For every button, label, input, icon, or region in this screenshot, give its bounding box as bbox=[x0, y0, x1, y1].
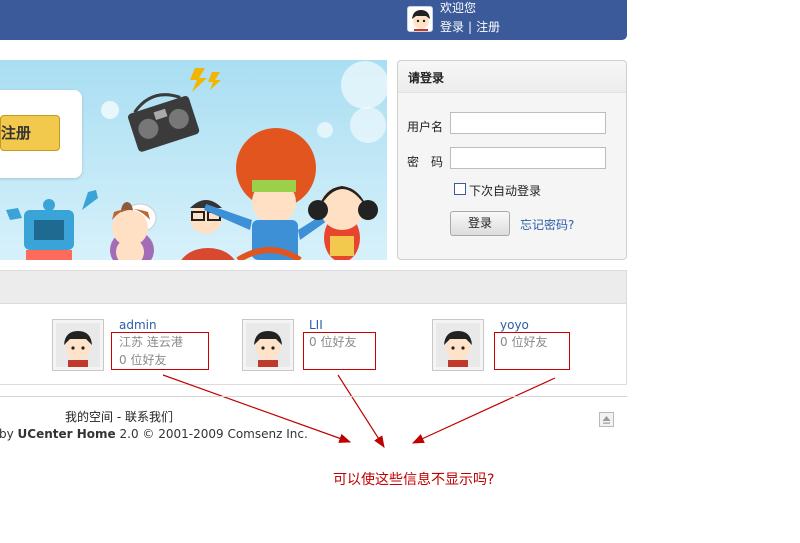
member-avatar[interactable] bbox=[52, 319, 104, 371]
annotation-box bbox=[303, 332, 376, 370]
default-avatar-icon bbox=[408, 7, 432, 31]
member-name[interactable]: yoyo bbox=[500, 318, 529, 332]
login-submit-button[interactable]: 登录 bbox=[450, 211, 510, 236]
login-panel: 请登录 用户名 密 码 下次自动登录 登录 忘记密码? bbox=[397, 60, 627, 260]
username-input[interactable] bbox=[450, 112, 606, 134]
link-separator: | bbox=[468, 20, 473, 34]
annotation-box bbox=[111, 332, 209, 370]
user-avatar[interactable] bbox=[407, 6, 433, 32]
member-avatar[interactable] bbox=[242, 319, 294, 371]
annotation-question: 可以使这些信息不显示吗? bbox=[333, 472, 495, 488]
login-title: 请登录 bbox=[408, 71, 445, 85]
top-auth-links: 登录 | 注册 bbox=[440, 19, 500, 35]
password-input[interactable] bbox=[450, 147, 606, 169]
member-name[interactable]: admin bbox=[119, 318, 157, 332]
annotation-box bbox=[494, 332, 570, 370]
back-to-top-icon[interactable] bbox=[599, 412, 614, 427]
remember-me-label: 下次自动登录 bbox=[469, 184, 542, 198]
member-name[interactable]: LII bbox=[309, 318, 323, 332]
members-panel-header bbox=[0, 271, 626, 304]
password-label: 密 码 bbox=[407, 155, 444, 169]
members-panel: admin 江苏 连云港 0 位好友 LII 0 位好友 yoyo 0 位好友 bbox=[0, 270, 627, 385]
top-header-bar: 欢迎您 登录 | 注册 bbox=[0, 0, 627, 40]
annotation-arrow bbox=[411, 377, 556, 444]
remember-me-checkbox[interactable] bbox=[454, 183, 466, 195]
avatar-face-icon bbox=[56, 323, 100, 367]
welcome-text: 欢迎您 bbox=[440, 1, 477, 15]
username-label: 用户名 bbox=[407, 120, 444, 134]
contact-us-link[interactable]: 联系我们 bbox=[125, 410, 173, 424]
forgot-password-link[interactable]: 忘记密码? bbox=[520, 216, 574, 233]
footer-links: 我的空间 - 联系我们 bbox=[65, 408, 173, 425]
avatar-face-icon bbox=[436, 323, 480, 367]
powered-by-text: by UCenter Home 2.0 © 2001-2009 Comsenz … bbox=[0, 427, 308, 441]
avatar-face-icon bbox=[246, 323, 290, 367]
register-link[interactable]: 注册 bbox=[476, 20, 500, 34]
register-now-button[interactable]: 注册 bbox=[0, 115, 60, 151]
annotation-arrow bbox=[337, 374, 385, 449]
my-space-link[interactable]: 我的空间 bbox=[65, 410, 113, 424]
footer-dash: - bbox=[116, 410, 122, 424]
copyright-text: 2.0 © 2001-2009 Comsenz Inc. bbox=[119, 427, 308, 441]
footer-divider bbox=[0, 396, 627, 397]
product-name: UCenter Home bbox=[17, 427, 116, 441]
powered-prefix: by bbox=[0, 427, 14, 441]
welcome-banner: 注册 bbox=[0, 60, 387, 260]
member-avatar[interactable] bbox=[432, 319, 484, 371]
login-link[interactable]: 登录 bbox=[440, 20, 464, 34]
arrow-up-icon bbox=[602, 416, 611, 424]
